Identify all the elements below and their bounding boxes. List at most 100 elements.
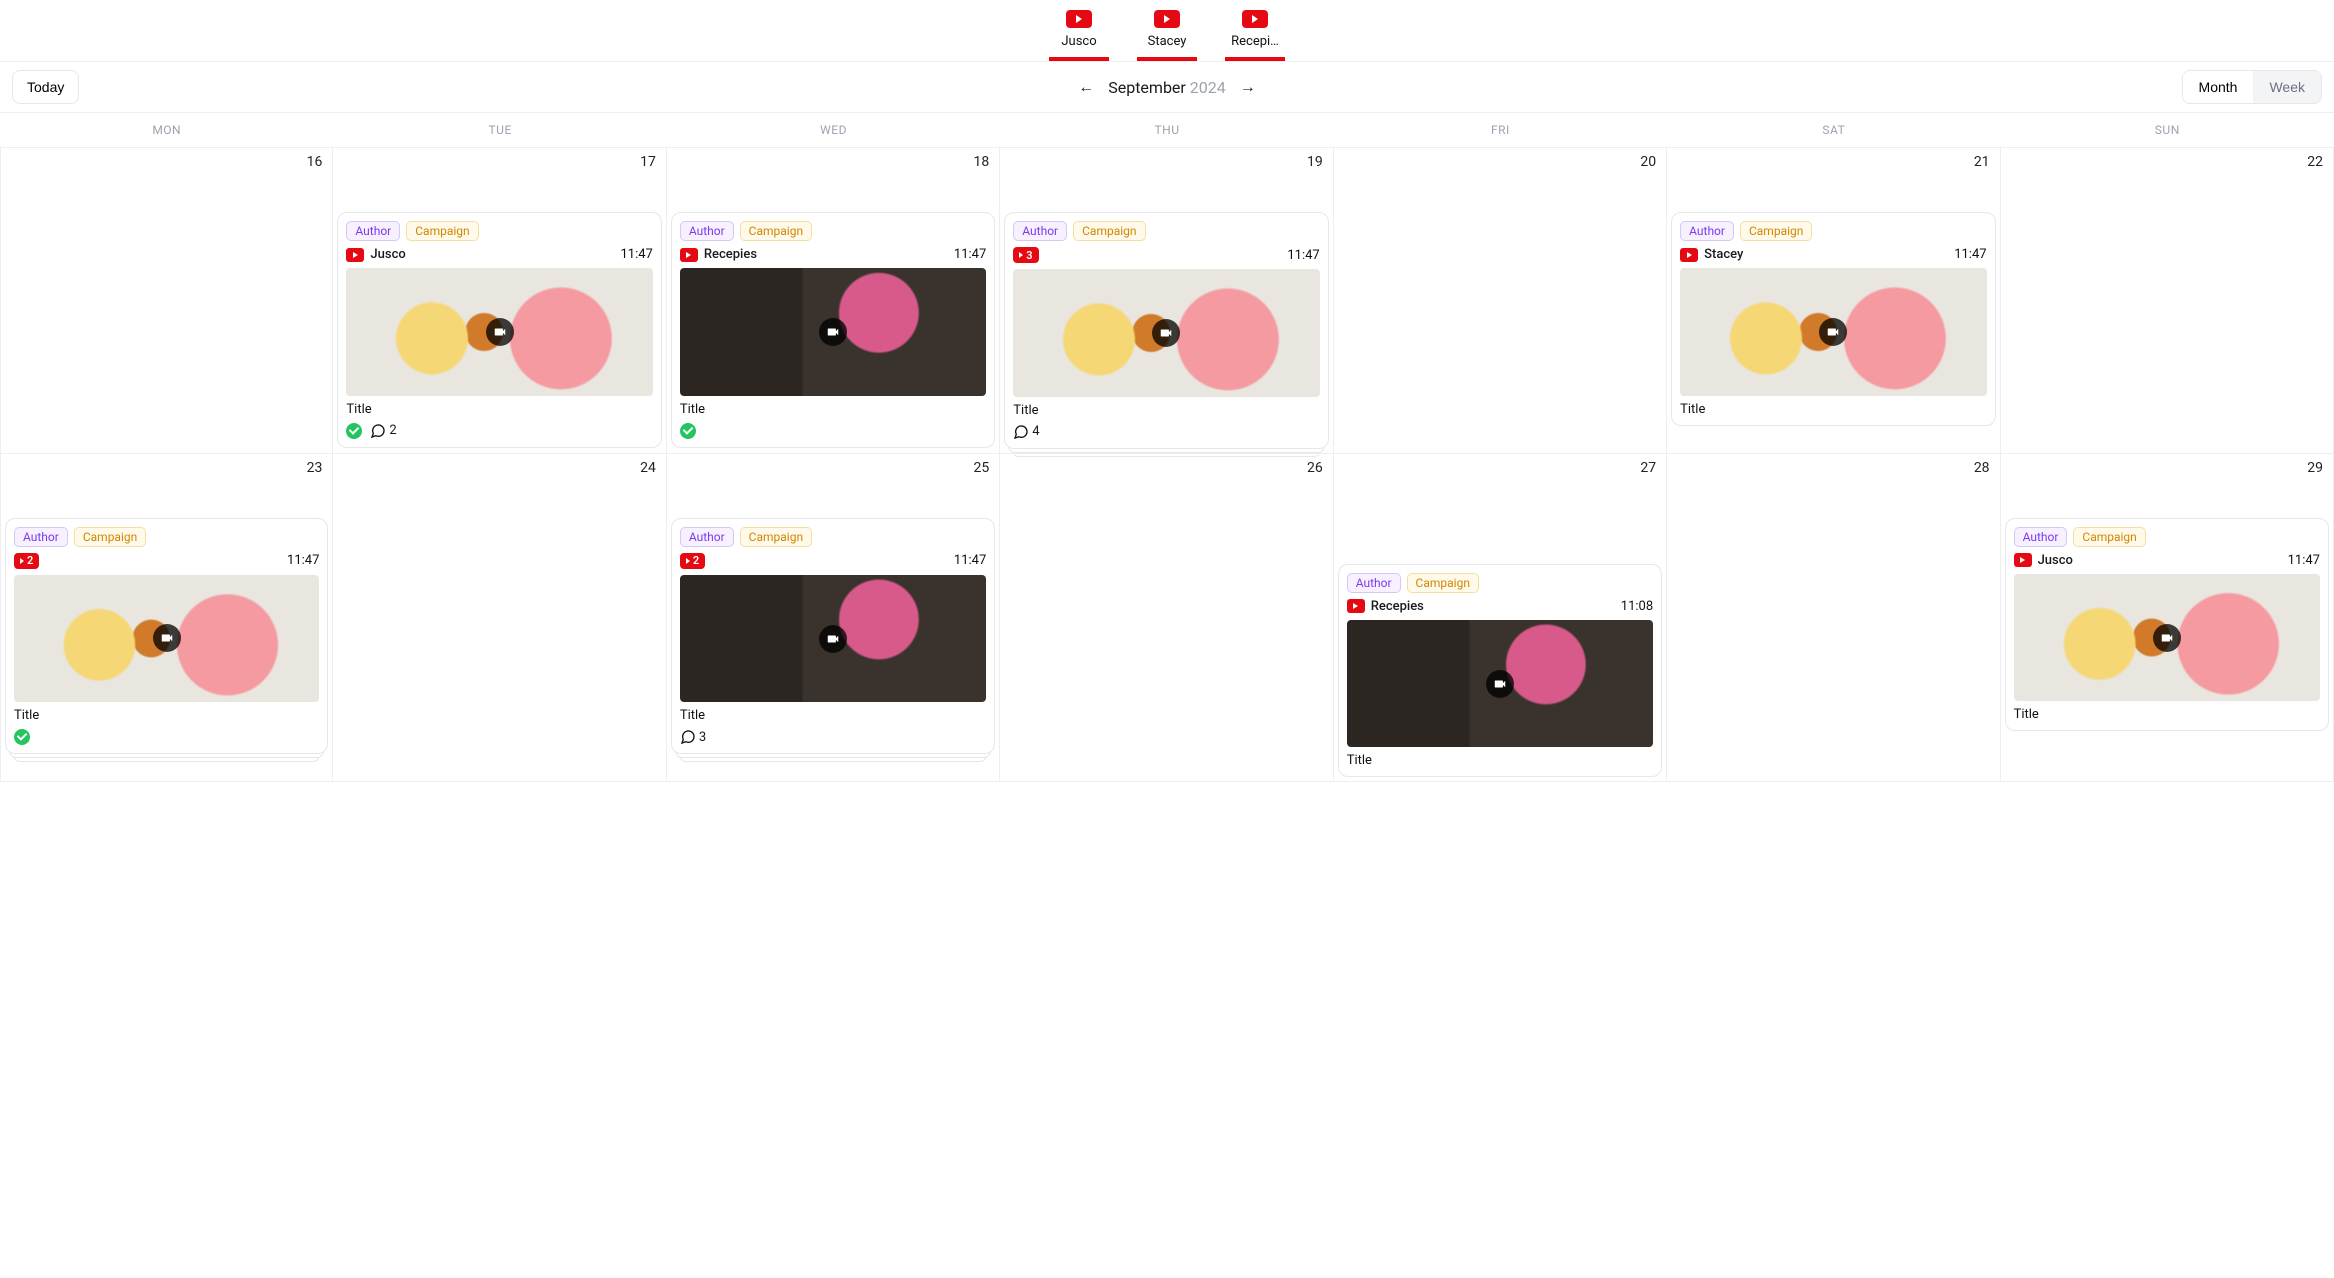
event-channel: Recepies: [680, 247, 757, 262]
event-thumbnail[interactable]: [346, 268, 652, 396]
event-title: Title: [680, 402, 986, 417]
event-thumbnail[interactable]: [1680, 268, 1986, 396]
month-name: September: [1108, 78, 1186, 97]
calendar-cell[interactable]: 22: [2001, 148, 2334, 454]
calendar-cell[interactable]: 25AuthorCampaign211:47Title3: [667, 454, 1000, 783]
day-number: 26: [1307, 460, 1323, 476]
month-nav: ← September 2024 →: [1078, 77, 1256, 97]
event-thumbnail[interactable]: [1013, 269, 1319, 397]
month-view-button[interactable]: Month: [2183, 71, 2254, 103]
event-card[interactable]: AuthorCampaignStacey11:47Title: [1671, 212, 1995, 426]
calendar-cell[interactable]: 18AuthorCampaignRecepies11:47Title: [667, 148, 1000, 454]
campaign-tag[interactable]: Campaign: [1740, 221, 1812, 241]
day-number: 22: [2307, 154, 2323, 170]
event-thumbnail[interactable]: [680, 268, 986, 396]
day-number: 28: [1974, 460, 1990, 476]
dow-fri: FRI: [1334, 113, 1667, 147]
comment-count[interactable]: 2: [370, 423, 396, 439]
day-number: 21: [1974, 154, 1990, 170]
calendar-cell[interactable]: 24: [333, 454, 666, 783]
day-of-week-header: MON TUE WED THU FRI SAT SUN: [0, 113, 2334, 147]
event-channel: 3: [1013, 247, 1038, 263]
day-number: 20: [1640, 154, 1656, 170]
youtube-icon: [1680, 248, 1698, 262]
event-thumbnail[interactable]: [680, 575, 986, 703]
dow-sat: SAT: [1667, 113, 2000, 147]
channel-tab-jusco[interactable]: Jusco: [1049, 10, 1109, 61]
author-tag[interactable]: Author: [346, 221, 400, 241]
dow-tue: TUE: [333, 113, 666, 147]
author-tag[interactable]: Author: [2014, 527, 2068, 547]
event-title: Title: [680, 708, 986, 723]
author-tag[interactable]: Author: [1680, 221, 1734, 241]
event-card[interactable]: AuthorCampaignJusco11:47Title: [2005, 518, 2329, 732]
author-tag[interactable]: Author: [1013, 221, 1067, 241]
campaign-tag[interactable]: Campaign: [1407, 573, 1479, 593]
calendar-cell[interactable]: 21AuthorCampaignStacey11:47Title: [1667, 148, 2000, 454]
youtube-count-badge: 3: [1013, 247, 1038, 263]
youtube-icon: [1347, 599, 1365, 613]
event-channel: Stacey: [1680, 247, 1743, 262]
video-icon: [1152, 319, 1180, 347]
channel-label: Stacey: [1148, 34, 1187, 49]
event-title: Title: [1347, 753, 1653, 768]
calendar-cell[interactable]: 28: [1667, 454, 2000, 783]
campaign-tag[interactable]: Campaign: [2073, 527, 2145, 547]
today-button[interactable]: Today: [12, 70, 79, 104]
event-card[interactable]: AuthorCampaignRecepies11:47Title: [671, 212, 995, 448]
calendar-toolbar: Today ← September 2024 → Month Week: [0, 61, 2334, 113]
day-number: 27: [1640, 460, 1656, 476]
calendar-grid: 1617AuthorCampaignJusco11:47Title218Auth…: [0, 147, 2334, 782]
campaign-tag[interactable]: Campaign: [1073, 221, 1145, 241]
event-card[interactable]: Author Campaign Recepies 11:08 Title: [1338, 564, 1662, 778]
channel-tabs: Jusco Stacey Recepi…: [0, 0, 2334, 61]
calendar-cell[interactable]: 27 Author Campaign Recepies 11:08 Title: [1334, 454, 1667, 783]
video-icon: [819, 625, 847, 653]
day-number: 24: [640, 460, 656, 476]
campaign-tag[interactable]: Campaign: [740, 221, 812, 241]
event-card[interactable]: AuthorCampaign311:47Title4: [1004, 212, 1328, 449]
comment-count[interactable]: 3: [680, 729, 706, 745]
author-tag[interactable]: Author: [1347, 573, 1401, 593]
event-footer: 3: [680, 729, 986, 745]
calendar-cell[interactable]: 16: [0, 148, 333, 454]
event-thumbnail[interactable]: [1347, 620, 1653, 748]
next-month-button[interactable]: →: [1240, 77, 1256, 97]
author-tag[interactable]: Author: [14, 527, 68, 547]
calendar-cell[interactable]: 23AuthorCampaign211:47Title: [0, 454, 333, 783]
check-icon: [346, 423, 362, 439]
day-number: 16: [307, 154, 323, 170]
view-toggle: Month Week: [2182, 70, 2322, 104]
campaign-tag[interactable]: Campaign: [740, 527, 812, 547]
video-icon: [1486, 670, 1514, 698]
event-card[interactable]: AuthorCampaign211:47Title3: [671, 518, 995, 755]
event-channel: Jusco: [2014, 553, 2073, 568]
calendar-cell[interactable]: 17AuthorCampaignJusco11:47Title2: [333, 148, 666, 454]
campaign-tag[interactable]: Campaign: [74, 527, 146, 547]
author-tag[interactable]: Author: [680, 221, 734, 241]
event-card[interactable]: AuthorCampaignJusco11:47Title2: [337, 212, 661, 448]
event-title: Title: [1013, 403, 1319, 418]
channel-name: Jusco: [2038, 553, 2073, 568]
channel-name: Recepies: [1371, 599, 1424, 614]
calendar-cell[interactable]: 26: [1000, 454, 1333, 783]
comment-count[interactable]: 4: [1013, 424, 1039, 440]
calendar-cell[interactable]: 20: [1334, 148, 1667, 454]
week-view-button[interactable]: Week: [2253, 71, 2321, 103]
prev-month-button[interactable]: ←: [1078, 77, 1094, 97]
author-tag[interactable]: Author: [680, 527, 734, 547]
event-title: Title: [14, 708, 319, 723]
campaign-tag[interactable]: Campaign: [406, 221, 478, 241]
channel-tab-recepies[interactable]: Recepi…: [1225, 10, 1285, 61]
calendar-cell[interactable]: 29AuthorCampaignJusco11:47Title: [2001, 454, 2334, 783]
calendar-cell[interactable]: 19AuthorCampaign311:47Title4: [1000, 148, 1333, 454]
channel-tab-stacey[interactable]: Stacey: [1137, 10, 1197, 61]
event-time: 11:08: [1621, 599, 1653, 614]
youtube-count-badge: 2: [14, 553, 39, 569]
event-thumbnail[interactable]: [2014, 574, 2320, 702]
event-card[interactable]: Author Campaign 2 11:47 Title: [5, 518, 328, 754]
event-thumbnail[interactable]: [14, 575, 319, 702]
channel-name: Stacey: [1704, 247, 1743, 262]
youtube-count-badge: 2: [680, 553, 705, 569]
event-time: 11:47: [287, 553, 319, 568]
